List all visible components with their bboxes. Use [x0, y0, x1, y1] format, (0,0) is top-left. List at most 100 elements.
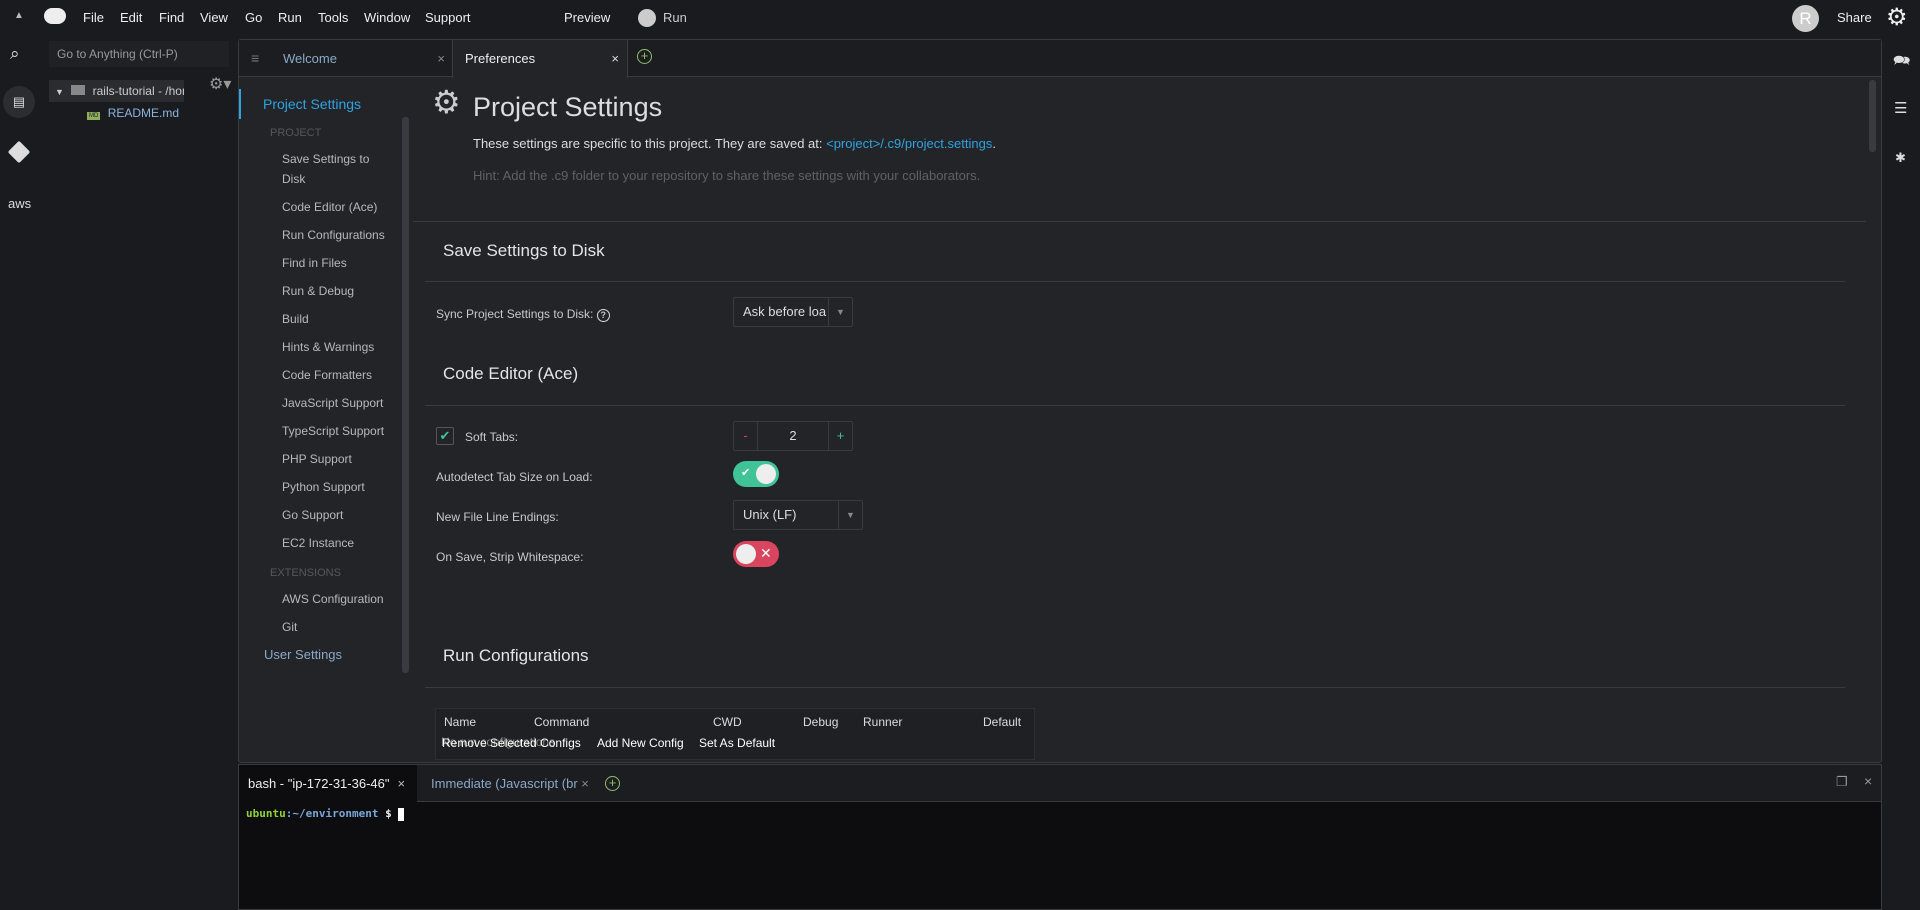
- collapse-icon[interactable]: ▲: [14, 10, 24, 21]
- set-default-button[interactable]: Set As Default: [699, 736, 775, 750]
- preview-button[interactable]: Preview: [564, 10, 610, 25]
- col-debug[interactable]: Debug: [803, 715, 838, 729]
- settings-path-link[interactable]: <project>/.c9/project.settings: [826, 136, 992, 151]
- close-icon[interactable]: ×: [611, 40, 619, 77]
- nav-item-code-formatters[interactable]: Code Formatters: [239, 365, 389, 385]
- nav-item-find-in-files[interactable]: Find in Files: [239, 253, 389, 273]
- section-code-editor: Code Editor (Ace): [443, 364, 579, 383]
- tree-file[interactable]: MD README.md: [87, 106, 179, 120]
- menu-view[interactable]: View: [200, 10, 228, 25]
- nav-item-git[interactable]: Git: [239, 617, 389, 637]
- tab-size-stepper[interactable]: - 2 +: [733, 421, 853, 451]
- nav-item-ec2-instance[interactable]: EC2 Instance: [239, 533, 389, 553]
- terminal-tab-bash[interactable]: bash - "ip-172-31-36-46" ×: [239, 765, 417, 803]
- folder-icon: [71, 85, 86, 95]
- nav-scrollbar[interactable]: [402, 117, 409, 673]
- root-label: rails-tutorial - /hon: [92, 84, 184, 98]
- increment-button[interactable]: +: [828, 422, 852, 450]
- menu-find[interactable]: Find: [159, 10, 184, 25]
- nav-item-project-settings[interactable]: Project Settings: [239, 89, 411, 119]
- preferences-nav: Project Settings PROJECT Save Settings t…: [239, 77, 411, 763]
- col-name[interactable]: Name: [444, 715, 476, 729]
- nav-item-hints-warnings[interactable]: Hints & Warnings: [239, 337, 389, 357]
- aws-icon[interactable]: aws: [8, 196, 31, 211]
- sync-value: Ask before loa: [743, 304, 827, 319]
- cursor: [398, 807, 405, 821]
- run-config-table: Name Command CWD Debug Runner Default No…: [435, 708, 1035, 760]
- content-scrollbar[interactable]: [1869, 80, 1876, 152]
- description-end: .: [992, 136, 996, 151]
- right-bar: 🗪 ☰ ✱: [1882, 36, 1920, 910]
- help-icon[interactable]: ?: [596, 309, 610, 322]
- sync-dropdown[interactable]: Ask before loa ▼: [733, 297, 853, 327]
- soft-tabs-checkbox[interactable]: ✔: [436, 427, 454, 445]
- markdown-icon: MD: [87, 112, 101, 120]
- close-icon[interactable]: ×: [578, 776, 589, 791]
- tab-size-value[interactable]: 2: [789, 428, 796, 443]
- menu-support[interactable]: Support: [425, 10, 471, 25]
- search-icon[interactable]: ⌕: [10, 44, 20, 64]
- check-icon: ✔: [741, 467, 751, 479]
- maximize-icon[interactable]: ❐: [1836, 774, 1848, 790]
- search-input[interactable]: Go to Anything (Ctrl-P): [49, 41, 229, 67]
- tree-root[interactable]: ▼ rails-tutorial - /hon: [49, 80, 184, 102]
- menu-tools[interactable]: Tools: [318, 10, 348, 25]
- cloud9-logo-icon[interactable]: [44, 8, 66, 24]
- decrement-button[interactable]: -: [734, 422, 758, 450]
- run-button[interactable]: Run: [663, 10, 687, 25]
- tab-label: Preferences: [465, 51, 536, 66]
- col-runner[interactable]: Runner: [863, 715, 902, 729]
- strip-whitespace-toggle[interactable]: ✕: [733, 541, 779, 567]
- gear-icon[interactable]: ⚙: [1886, 3, 1908, 32]
- add-tab-icon[interactable]: +: [605, 776, 620, 791]
- add-config-button[interactable]: Add New Config: [597, 736, 684, 750]
- prompt-symbol: $: [385, 807, 392, 820]
- nav-item-user-settings[interactable]: User Settings: [239, 645, 411, 665]
- nav-item-save-settings-to-disk[interactable]: Save Settings to Disk: [239, 149, 389, 189]
- nav-item-typescript-support[interactable]: TypeScript Support: [239, 421, 389, 441]
- tab-preferences[interactable]: Preferences ×: [452, 40, 628, 78]
- debugger-icon[interactable]: ✱: [1895, 150, 1906, 166]
- add-tab-icon[interactable]: +: [637, 49, 652, 64]
- avatar[interactable]: R: [1792, 5, 1819, 32]
- tab-welcome[interactable]: Welcome ×: [273, 40, 451, 77]
- git-icon[interactable]: [7, 140, 31, 164]
- terminal-tab-immediate[interactable]: Immediate (Javascript (br ×: [419, 765, 589, 802]
- share-button[interactable]: Share: [1837, 10, 1872, 25]
- line-endings-dropdown[interactable]: Unix (LF) ▼: [733, 500, 863, 530]
- nav-item-php-support[interactable]: PHP Support: [239, 449, 389, 469]
- run-icon[interactable]: [638, 9, 656, 27]
- nav-item-run-configurations[interactable]: Run Configurations: [239, 225, 389, 245]
- remove-configs-button[interactable]: Remove Selected Configs: [442, 736, 581, 750]
- menu-icon[interactable]: ≡: [251, 50, 259, 66]
- close-icon[interactable]: ×: [1864, 773, 1872, 789]
- col-cwd[interactable]: CWD: [713, 715, 742, 729]
- col-default[interactable]: Default: [983, 715, 1021, 729]
- nav-item-code-editor-ace-[interactable]: Code Editor (Ace): [239, 197, 389, 217]
- autodetect-toggle[interactable]: ✔: [733, 461, 779, 487]
- files-icon[interactable]: ▤: [3, 86, 35, 118]
- nav-item-run-debug[interactable]: Run & Debug: [239, 281, 389, 301]
- menu-window[interactable]: Window: [364, 10, 410, 25]
- close-icon[interactable]: ×: [397, 776, 405, 791]
- settings-hint: Hint: Add the .c9 folder to your reposit…: [473, 168, 981, 183]
- menu-edit[interactable]: Edit: [120, 10, 142, 25]
- nav-item-python-support[interactable]: Python Support: [239, 477, 389, 497]
- nav-item-build[interactable]: Build: [239, 309, 389, 329]
- terminal-prompt[interactable]: ubuntu:~/environment $: [246, 807, 405, 821]
- menu-run[interactable]: Run: [278, 10, 302, 25]
- tree-settings-icon[interactable]: ⚙▾: [209, 74, 231, 94]
- settings-gear-icon: ⚙: [432, 84, 461, 120]
- chat-icon[interactable]: 🗪: [1893, 50, 1910, 74]
- nav-item-aws-configuration[interactable]: AWS Configuration: [239, 589, 389, 609]
- menu-go[interactable]: Go: [245, 10, 262, 25]
- sync-label: Sync Project Settings to Disk: ?: [436, 307, 610, 322]
- nav-item-go-support[interactable]: Go Support: [239, 505, 389, 525]
- outline-icon[interactable]: ☰: [1894, 99, 1907, 117]
- line-endings-label: New File Line Endings:: [436, 510, 559, 524]
- menu-file[interactable]: File: [83, 10, 104, 25]
- close-icon[interactable]: ×: [437, 40, 445, 77]
- prompt-path: :~/environment: [285, 807, 379, 820]
- col-command[interactable]: Command: [534, 715, 589, 729]
- nav-item-javascript-support[interactable]: JavaScript Support: [239, 393, 389, 413]
